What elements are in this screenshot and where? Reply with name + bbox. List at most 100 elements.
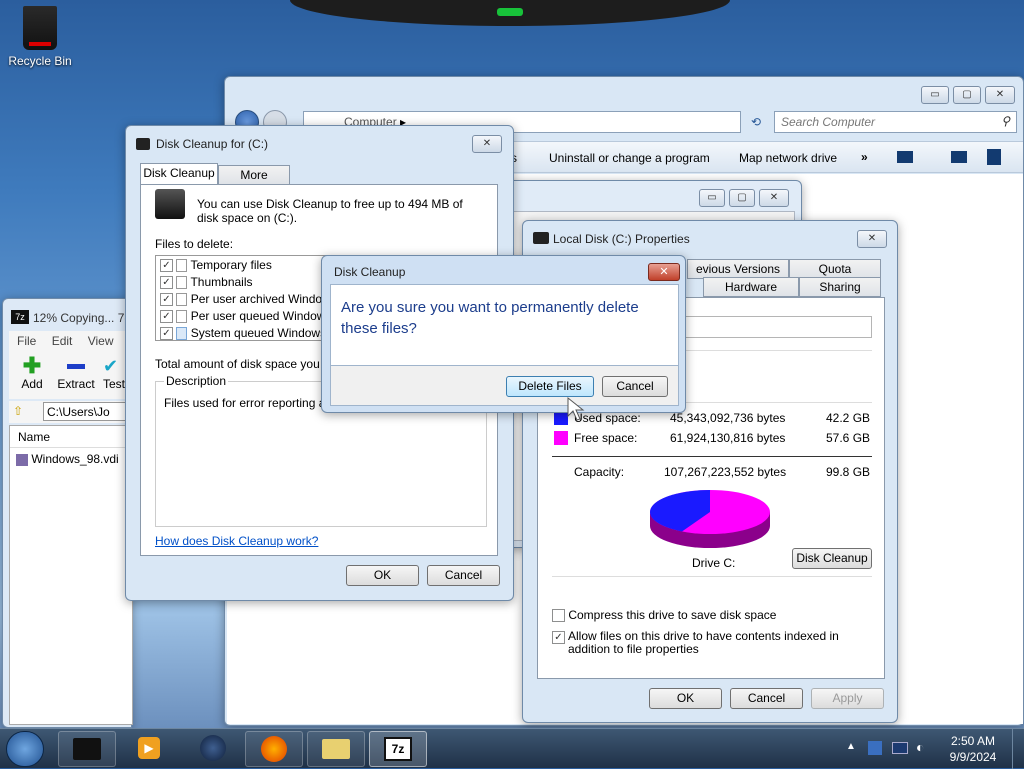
view-options-icon[interactable]: [897, 151, 913, 163]
taskbar-item-network[interactable]: [184, 731, 242, 767]
ok-button[interactable]: OK: [649, 688, 722, 709]
path-bar: ⇧ C:\Users\Jo: [9, 401, 131, 423]
help-link[interactable]: How does Disk Cleanup work?: [155, 534, 318, 548]
ok-button[interactable]: OK: [346, 565, 419, 586]
cancel-button[interactable]: Cancel: [602, 376, 668, 397]
compress-option[interactable]: Compress this drive to save disk space: [552, 608, 776, 623]
7zip-icon: 7z: [11, 310, 29, 324]
close-button[interactable]: ✕: [985, 86, 1015, 104]
maximize-button[interactable]: ▢: [729, 189, 755, 207]
menu-file[interactable]: File: [17, 334, 36, 348]
file-list: Name Windows_98.vdi: [9, 425, 133, 725]
minus-icon: [67, 364, 85, 369]
total-space-label: Total amount of disk space you gai: [155, 357, 340, 371]
tray-volume-icon[interactable]: ◐: [916, 739, 924, 755]
tab-more-options[interactable]: More Options: [218, 165, 290, 200]
free-space-bytes: 61,924,130,816 bytes: [670, 431, 786, 445]
checkbox[interactable]: ✓: [160, 259, 173, 273]
checkbox[interactable]: ✓: [160, 293, 173, 307]
start-button[interactable]: [6, 731, 44, 767]
search-input[interactable]: Search Computer ⚲: [774, 111, 1017, 133]
drive-icon: [73, 738, 101, 760]
add-button[interactable]: ✚ Add: [15, 353, 49, 392]
tray-network-icon[interactable]: [868, 741, 882, 755]
column-name[interactable]: Name: [10, 426, 132, 448]
compress-checkbox[interactable]: [552, 609, 565, 623]
preview-pane-icon[interactable]: [951, 151, 967, 163]
tray-expand-icon[interactable]: ▲: [846, 741, 856, 752]
drive-icon: [155, 189, 185, 219]
help-icon[interactable]: [987, 149, 1001, 165]
dialog-title: Local Disk (C:) Properties: [553, 232, 690, 246]
list-item[interactable]: ✓ Per user queued Windows: [160, 309, 331, 324]
recycle-bin-label: Recycle Bin: [8, 54, 72, 68]
list-item[interactable]: ✓ System queued Windows E: [160, 326, 337, 340]
taskbar-item-7zip[interactable]: 7z: [369, 731, 427, 767]
taskbar-item-firefox[interactable]: [245, 731, 303, 767]
recycle-bin[interactable]: Recycle Bin: [6, 6, 74, 68]
recycle-bin-icon: [23, 6, 57, 50]
disk-cleanup-button[interactable]: Disk Cleanup: [792, 548, 872, 569]
taskbar-item-files[interactable]: [307, 731, 365, 767]
refresh-icon[interactable]: ⟲: [745, 111, 767, 133]
tray-time: 2:50 AM: [950, 734, 996, 748]
delete-files-button[interactable]: Delete Files: [506, 376, 594, 397]
plus-icon: ✚: [22, 353, 42, 378]
tab-disk-cleanup[interactable]: Disk Cleanup: [140, 163, 218, 185]
checkbox[interactable]: ✓: [160, 310, 173, 324]
close-button[interactable]: ✕: [759, 189, 789, 207]
up-folder-icon[interactable]: ⇧: [13, 404, 23, 418]
cancel-button[interactable]: Cancel: [730, 688, 803, 709]
taskbar-item-media-player[interactable]: ▶: [120, 731, 178, 767]
path-input[interactable]: C:\Users\Jo: [43, 402, 129, 421]
map-network-drive-button[interactable]: Map network drive: [739, 151, 837, 165]
maximize-button[interactable]: ▢: [953, 86, 981, 104]
list-item[interactable]: Windows_98.vdi: [10, 448, 132, 470]
description-label: Description: [164, 374, 229, 388]
checkbox[interactable]: ✓: [160, 276, 173, 290]
menu-view[interactable]: View: [88, 334, 114, 348]
close-button[interactable]: ✕: [857, 230, 887, 248]
minimize-button[interactable]: ▭: [921, 86, 949, 104]
extract-button[interactable]: Extract: [55, 355, 97, 391]
tray-clock[interactable]: 2:50 AM 9/9/2024: [944, 733, 1002, 765]
free-space-label: Free space:: [574, 431, 638, 445]
index-option[interactable]: ✓ Allow files on this drive to have conte…: [552, 630, 872, 656]
menu-edit[interactable]: Edit: [52, 334, 73, 348]
minimize-button[interactable]: ▭: [699, 189, 725, 207]
file-icon: [176, 259, 188, 273]
tab-hardware[interactable]: Hardware: [703, 277, 799, 297]
taskbar: ▶ 7z ▲ ◐ 2:50 AM 9/9/2024: [0, 728, 1024, 769]
window-title: 12% Copying... 7-: [33, 311, 129, 325]
index-checkbox[interactable]: ✓: [552, 631, 565, 644]
list-item[interactable]: ✓ Per user archived Windows: [160, 292, 337, 307]
apply-button[interactable]: Apply: [811, 688, 884, 709]
free-color-swatch: [554, 431, 568, 445]
capacity-bytes: 107,267,223,552 bytes: [664, 465, 787, 479]
tray-display-icon[interactable]: [892, 742, 908, 754]
folder-icon: [322, 739, 350, 759]
cancel-button[interactable]: Cancel: [427, 565, 500, 586]
tab-quota[interactable]: Quota: [789, 259, 881, 279]
capacity-label: Capacity:: [574, 465, 625, 479]
taskbar-item-explorer[interactable]: [58, 731, 116, 767]
list-item[interactable]: ✓ Thumbnails: [160, 275, 253, 290]
tray-date: 9/9/2024: [949, 750, 997, 764]
free-space-gb: 57.6 GB: [826, 431, 871, 445]
checkbox[interactable]: ✓: [160, 327, 173, 340]
show-desktop-button[interactable]: [1012, 729, 1024, 769]
uninstall-program-button[interactable]: Uninstall or change a program: [549, 151, 710, 165]
close-button[interactable]: ✕: [648, 263, 680, 281]
used-space-bytes: 45,343,092,736 bytes: [670, 411, 786, 425]
7zip-window: 7z 12% Copying... 7- File Edit View ✚ Ad…: [2, 298, 133, 728]
list-item[interactable]: ✓ Temporary files: [160, 258, 272, 273]
7zip-icon: 7z: [384, 737, 412, 761]
file-icon: [16, 453, 28, 466]
tab-previous-versions[interactable]: evious Versions: [687, 259, 789, 279]
close-button[interactable]: ✕: [472, 135, 502, 153]
file-icon: [176, 327, 188, 340]
menu-bar: File Edit View: [9, 331, 131, 351]
tab-sharing[interactable]: Sharing: [799, 277, 881, 297]
more-commands-button[interactable]: »: [861, 150, 868, 164]
confirm-dialog: Disk Cleanup ✕ Are you sure you want to …: [321, 255, 686, 413]
